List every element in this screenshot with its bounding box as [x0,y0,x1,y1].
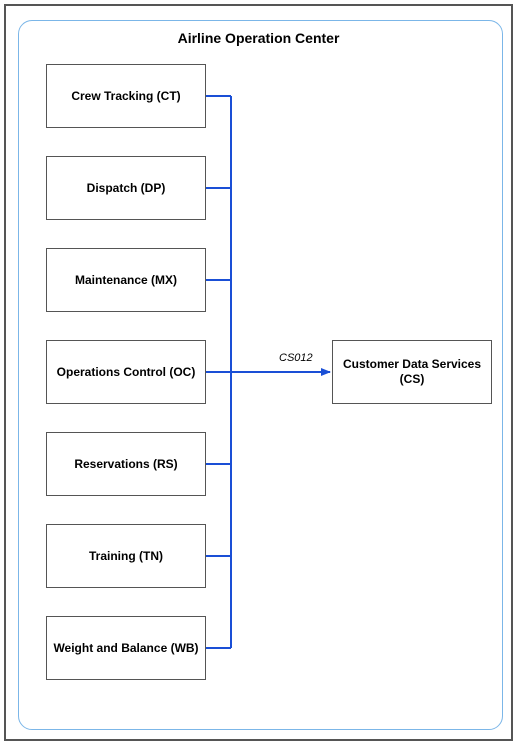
node-label: Customer Data Services (CS) [337,357,487,387]
edge-label-cs012: CS012 [279,352,313,364]
node-maintenance: Maintenance (MX) [46,248,206,312]
node-label: Weight and Balance (WB) [53,641,198,656]
diagram-outer-frame: Airline Operation Center Crew Tracking (… [4,4,513,741]
node-label: Dispatch (DP) [87,181,166,196]
node-dispatch: Dispatch (DP) [46,156,206,220]
node-crew-tracking: Crew Tracking (CT) [46,64,206,128]
node-label: Training (TN) [89,549,163,564]
node-label: Operations Control (OC) [57,365,196,380]
node-weight-balance: Weight and Balance (WB) [46,616,206,680]
container-title: Airline Operation Center [6,30,511,46]
node-reservations: Reservations (RS) [46,432,206,496]
node-operations-control: Operations Control (OC) [46,340,206,404]
node-label: Maintenance (MX) [75,273,177,288]
node-customer-data-services: Customer Data Services (CS) [332,340,492,404]
node-label: Crew Tracking (CT) [71,89,180,104]
node-training: Training (TN) [46,524,206,588]
node-label: Reservations (RS) [74,457,177,472]
